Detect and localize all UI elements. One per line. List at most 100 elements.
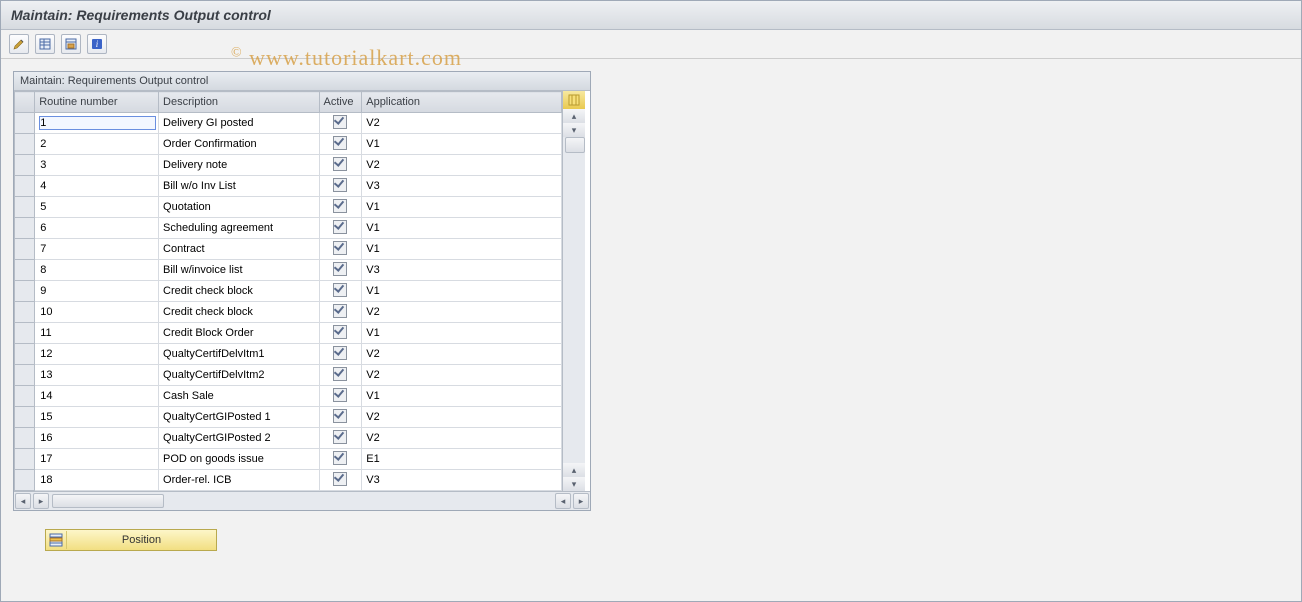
- application-input[interactable]: [366, 369, 557, 381]
- active-checkbox[interactable]: [333, 451, 347, 465]
- application-input[interactable]: [366, 264, 557, 276]
- application-input[interactable]: [366, 327, 557, 339]
- routine-number-input[interactable]: [39, 410, 156, 424]
- description-input[interactable]: [163, 117, 314, 129]
- routine-number-input[interactable]: [39, 137, 156, 151]
- row-selector[interactable]: [15, 344, 35, 365]
- active-checkbox[interactable]: [333, 325, 347, 339]
- table-row[interactable]: [15, 344, 562, 365]
- table-row[interactable]: [15, 134, 562, 155]
- table-row[interactable]: [15, 470, 562, 491]
- routine-number-input[interactable]: [39, 347, 156, 361]
- active-checkbox[interactable]: [333, 367, 347, 381]
- active-checkbox[interactable]: [333, 220, 347, 234]
- table-row[interactable]: [15, 302, 562, 323]
- active-checkbox[interactable]: [333, 241, 347, 255]
- table-row[interactable]: [15, 218, 562, 239]
- row-selector[interactable]: [15, 134, 35, 155]
- routine-number-input[interactable]: [39, 221, 156, 235]
- routine-number-input[interactable]: [39, 284, 156, 298]
- description-input[interactable]: [163, 159, 314, 171]
- table-row[interactable]: [15, 176, 562, 197]
- table-row[interactable]: [15, 386, 562, 407]
- description-input[interactable]: [163, 327, 314, 339]
- active-checkbox[interactable]: [333, 157, 347, 171]
- routine-number-input[interactable]: [39, 200, 156, 214]
- active-checkbox[interactable]: [333, 178, 347, 192]
- routine-number-input[interactable]: [39, 158, 156, 172]
- scroll-down2-icon[interactable]: ▾: [563, 477, 585, 491]
- description-input[interactable]: [163, 285, 314, 297]
- pencil-icon[interactable]: [9, 34, 29, 54]
- active-checkbox[interactable]: [333, 472, 347, 486]
- application-input[interactable]: [366, 117, 557, 129]
- col-application[interactable]: Application: [362, 92, 562, 113]
- active-checkbox[interactable]: [333, 136, 347, 150]
- row-selector[interactable]: [15, 113, 35, 134]
- application-input[interactable]: [366, 390, 557, 402]
- col-routine-number[interactable]: Routine number: [35, 92, 159, 113]
- application-input[interactable]: [366, 201, 557, 213]
- scroll-thumb[interactable]: [565, 137, 585, 153]
- description-input[interactable]: [163, 138, 314, 150]
- row-selector[interactable]: [15, 323, 35, 344]
- horizontal-scrollbar[interactable]: ◂ ▸ ◂ ▸: [14, 491, 590, 510]
- scroll-up2-icon[interactable]: ▴: [563, 463, 585, 477]
- table-view-icon[interactable]: [35, 34, 55, 54]
- active-checkbox[interactable]: [333, 304, 347, 318]
- routine-number-input[interactable]: [39, 368, 156, 382]
- active-checkbox[interactable]: [333, 409, 347, 423]
- description-input[interactable]: [163, 432, 314, 444]
- row-selector[interactable]: [15, 176, 35, 197]
- row-selector[interactable]: [15, 407, 35, 428]
- row-selector[interactable]: [15, 239, 35, 260]
- row-selector[interactable]: [15, 365, 35, 386]
- description-input[interactable]: [163, 348, 314, 360]
- application-input[interactable]: [366, 285, 557, 297]
- description-input[interactable]: [163, 411, 314, 423]
- row-selector[interactable]: [15, 428, 35, 449]
- application-input[interactable]: [366, 348, 557, 360]
- row-selector[interactable]: [15, 302, 35, 323]
- row-selector[interactable]: [15, 449, 35, 470]
- hscroll-right-icon[interactable]: ▸: [33, 493, 49, 509]
- routine-number-input[interactable]: [39, 263, 156, 277]
- table-row[interactable]: [15, 281, 562, 302]
- scroll-up-icon[interactable]: ▴: [563, 109, 585, 123]
- col-description[interactable]: Description: [159, 92, 319, 113]
- description-input[interactable]: [163, 222, 314, 234]
- hscroll-thumb[interactable]: [52, 494, 164, 508]
- active-checkbox[interactable]: [333, 199, 347, 213]
- row-selector[interactable]: [15, 386, 35, 407]
- application-input[interactable]: [366, 474, 557, 486]
- row-selector[interactable]: [15, 470, 35, 491]
- application-input[interactable]: [366, 138, 557, 150]
- table-row[interactable]: [15, 260, 562, 281]
- col-active[interactable]: Active: [319, 92, 362, 113]
- routine-number-input[interactable]: [39, 473, 156, 487]
- active-checkbox[interactable]: [333, 430, 347, 444]
- application-input[interactable]: [366, 243, 557, 255]
- info-icon[interactable]: i: [87, 34, 107, 54]
- vertical-scrollbar[interactable]: ▴ ▾ ▴ ▾: [562, 91, 585, 491]
- active-checkbox[interactable]: [333, 283, 347, 297]
- active-checkbox[interactable]: [333, 262, 347, 276]
- routine-number-input[interactable]: [39, 179, 156, 193]
- routine-number-input[interactable]: [39, 242, 156, 256]
- application-input[interactable]: [366, 222, 557, 234]
- scroll-down-icon[interactable]: ▾: [563, 123, 585, 137]
- table-row[interactable]: [15, 323, 562, 344]
- table-row[interactable]: [15, 428, 562, 449]
- configure-columns-icon[interactable]: [563, 91, 585, 110]
- routine-number-input[interactable]: [39, 452, 156, 466]
- table-row[interactable]: [15, 155, 562, 176]
- description-input[interactable]: [163, 264, 314, 276]
- application-input[interactable]: [366, 432, 557, 444]
- table-row[interactable]: [15, 113, 562, 134]
- table-row[interactable]: [15, 365, 562, 386]
- row-selector[interactable]: [15, 218, 35, 239]
- description-input[interactable]: [163, 390, 314, 402]
- description-input[interactable]: [163, 201, 314, 213]
- table-save-icon[interactable]: [61, 34, 81, 54]
- description-input[interactable]: [163, 243, 314, 255]
